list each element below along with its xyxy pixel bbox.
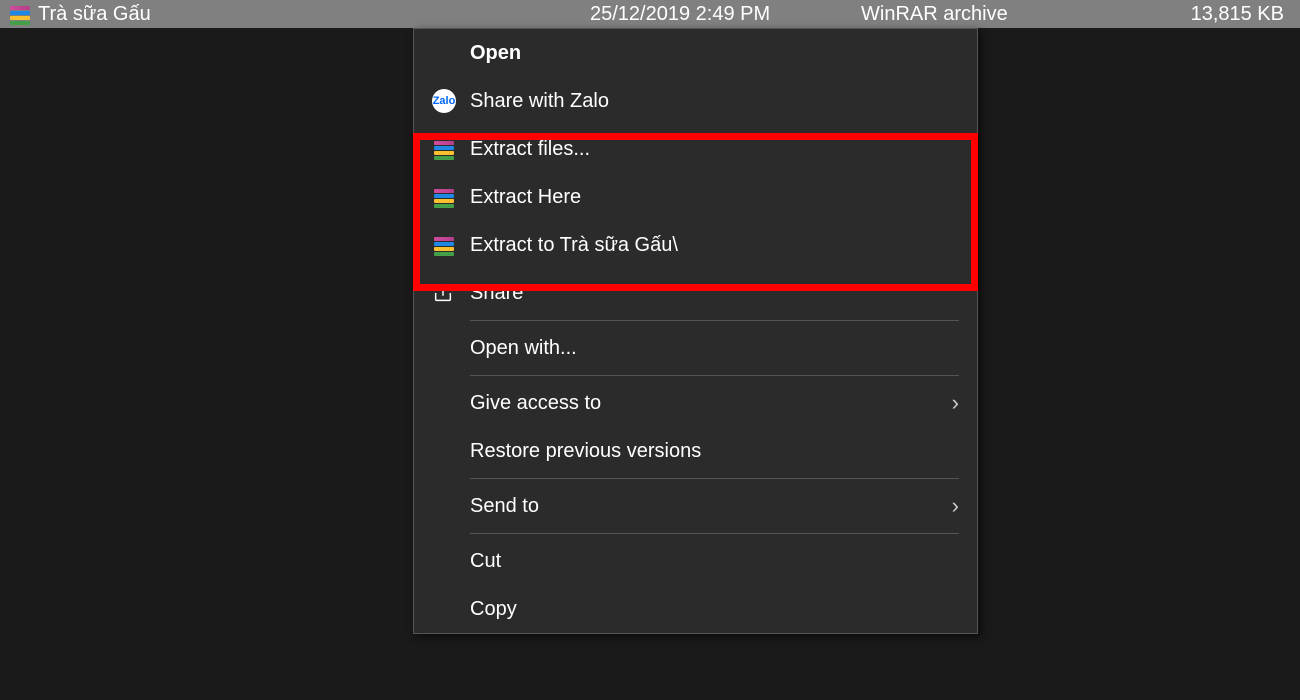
menu-label: Open with... [464,337,959,360]
menu-item-cut[interactable]: Cut [414,537,977,585]
menu-separator [470,478,959,479]
menu-label: Share [464,282,959,305]
winrar-icon [432,235,464,255]
file-name-label: Trà sữa Gấu [38,3,151,26]
menu-label: Restore previous versions [464,440,959,463]
winrar-archive-icon [8,4,32,24]
menu-item-restore-versions[interactable]: Restore previous versions [414,427,977,475]
winrar-icon [432,187,464,207]
menu-label: Open [464,42,959,65]
menu-item-open[interactable]: Open [414,29,977,77]
menu-separator [470,533,959,534]
menu-label: Extract Here [464,186,959,209]
menu-label: Extract to Trà sữa Gấu\ [464,234,959,257]
context-menu: Open Zalo Share with Zalo Extract files.… [413,28,978,634]
menu-label: Give access to [464,392,952,415]
menu-item-open-with[interactable]: Open with... [414,324,977,372]
file-type-label: WinRAR archive [861,3,1008,26]
file-date-label: 25/12/2019 2:49 PM [590,3,770,26]
share-icon [432,281,464,305]
menu-label: Copy [464,598,959,621]
menu-label: Cut [464,550,959,573]
menu-item-send-to[interactable]: Send to › [414,482,977,530]
file-size-label: 13,815 KB [1191,3,1284,26]
menu-item-share-zalo[interactable]: Zalo Share with Zalo [414,77,977,125]
chevron-right-icon: › [952,493,959,519]
file-name-cell: Trà sữa Gấu [8,3,151,26]
menu-item-extract-to[interactable]: Extract to Trà sữa Gấu\ [414,221,977,269]
file-row[interactable]: Trà sữa Gấu 25/12/2019 2:49 PM WinRAR ar… [0,0,1300,28]
menu-separator [470,375,959,376]
menu-item-share[interactable]: Share [414,269,977,317]
chevron-right-icon: › [952,390,959,416]
menu-label: Share with Zalo [464,90,959,113]
zalo-icon: Zalo [432,89,464,113]
menu-label: Send to [464,495,952,518]
menu-label: Extract files... [464,138,959,161]
menu-item-copy[interactable]: Copy [414,585,977,633]
menu-separator [470,320,959,321]
menu-item-extract-here[interactable]: Extract Here [414,173,977,221]
menu-item-give-access[interactable]: Give access to › [414,379,977,427]
winrar-icon [432,139,464,159]
menu-item-extract-files[interactable]: Extract files... [414,125,977,173]
